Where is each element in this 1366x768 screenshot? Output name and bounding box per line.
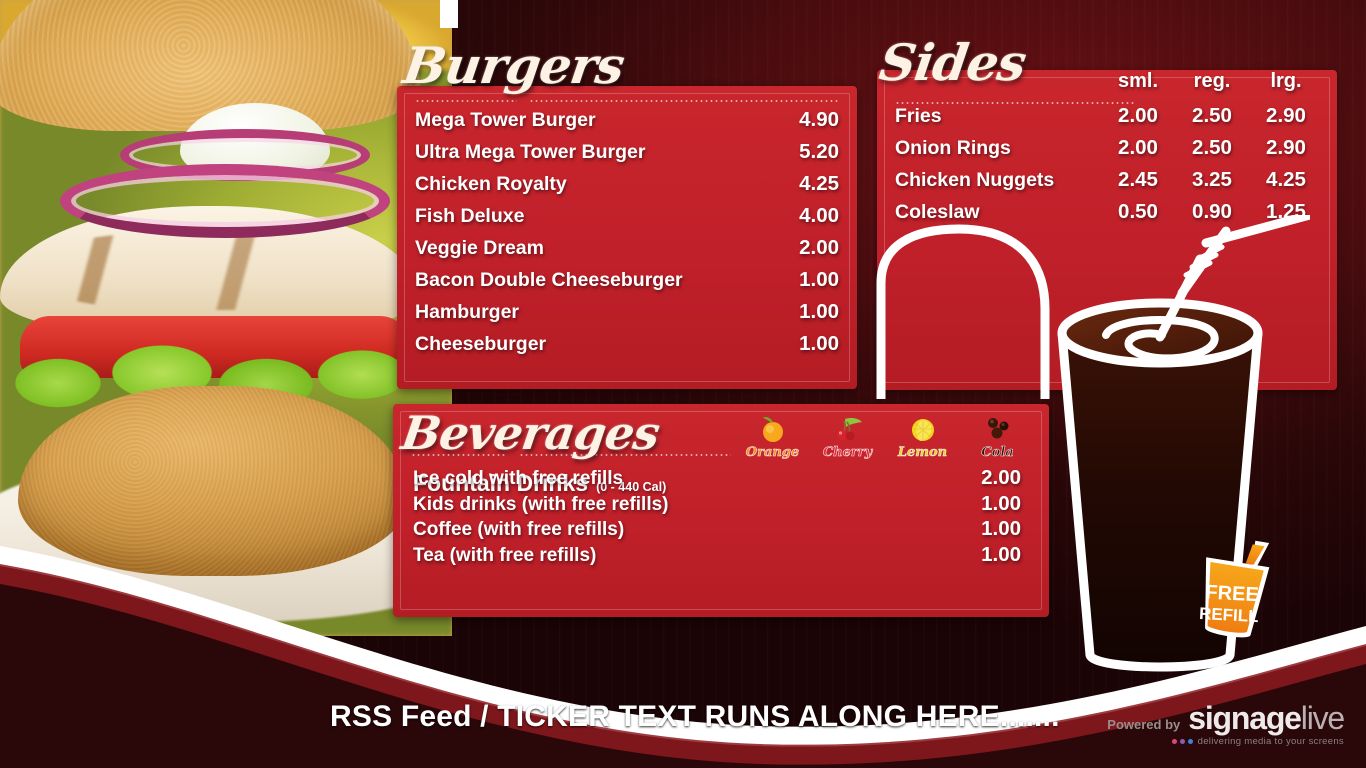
burger-row: Mega Tower Burger 4.90 [415, 108, 839, 140]
burger-row: Fish Deluxe 4.00 [415, 204, 839, 236]
lemon-fruit-icon [885, 414, 960, 444]
beverage-name: Ice cold with free refills [413, 468, 624, 489]
burger-name: Veggie Dream [415, 237, 544, 259]
side-price-reg: 2.50 [1192, 104, 1232, 127]
brand-tagline-row: delivering media to your screens [1107, 736, 1344, 747]
burger-row: Cheeseburger 1.00 [415, 332, 839, 364]
sides-item-list: sml. reg. lrg. Fries 2.00 2.50 2.90 Onion Rings… [895, 70, 1323, 232]
cherry-fruit-icon [810, 414, 885, 444]
flavour-item: Orange [735, 414, 810, 466]
burger-name: Ultra Mega Tower Burger [415, 141, 646, 163]
sides-column-header: lrg. [1270, 70, 1302, 92]
side-price-lrg: 2.90 [1266, 104, 1306, 127]
side-price-sml: 2.45 [1118, 168, 1158, 191]
burger-name: Fish Deluxe [415, 205, 525, 227]
beverage-price: 1.00 [981, 491, 1021, 515]
burgers-dotted-rule-left [415, 100, 517, 102]
burger-price: 4.90 [799, 108, 839, 131]
burger-name: Hamburger [415, 301, 520, 323]
orange-fruit-icon [735, 414, 810, 444]
beverage-price: 1.00 [981, 542, 1021, 566]
beverage-price: 1.00 [981, 517, 1021, 540]
flavour-label: Orange [745, 445, 800, 461]
burger-row: Veggie Dream 2.00 [415, 236, 839, 268]
beverage-row: Tea (with free refills) 1.00 [413, 543, 1021, 569]
side-price-reg: 3.25 [1192, 168, 1232, 191]
flavour-item: Lemon [885, 414, 960, 466]
burger-price: 1.00 [799, 332, 839, 355]
side-row: Fries 2.00 2.50 2.90 [895, 104, 1323, 136]
beverages-section-title: Beverages [398, 406, 663, 460]
burger-name: Cheeseburger [415, 333, 547, 355]
sides-column-header: sml. [1117, 70, 1159, 92]
brand-dot-icon [1171, 739, 1177, 744]
refill-line2: REFILL [1199, 604, 1259, 626]
cola-bean-icon [960, 414, 1035, 444]
brand-dot-icon [1187, 739, 1193, 744]
flavour-item: Cola [960, 414, 1035, 466]
flavour-icon-strip: Orange Cherry Lemon Cola [735, 414, 1035, 466]
burger-price: 2.00 [799, 236, 839, 259]
beverage-name: Coffee (with free refills) [413, 519, 625, 540]
burger-price: 4.00 [799, 204, 839, 227]
burger-name: Bacon Double Cheeseburger [415, 269, 683, 291]
burger-row: Hamburger 1.00 [415, 300, 839, 332]
photo-edge-strip [440, 0, 458, 28]
side-price-lrg: 2.90 [1266, 136, 1306, 159]
burgers-dotted-rule-right [529, 100, 839, 102]
brand-dot-icon [1179, 739, 1185, 744]
flavour-label: Cherry [822, 445, 873, 461]
side-name: Onion Rings [895, 137, 1011, 159]
burger-row: Chicken Royalty 4.25 [415, 172, 839, 204]
free-refill-badge: FREE REFILL [1199, 540, 1270, 638]
burger-price: 1.00 [799, 300, 839, 323]
sides-column-header: reg. [1193, 70, 1231, 92]
burgers-panel: Mega Tower Burger 4.90 Ultra Mega Tower Bu… [397, 86, 857, 389]
refill-line1: FREE [1205, 581, 1259, 606]
flavour-label: Cola [981, 445, 1014, 461]
sides-section-title: Sides [875, 33, 1030, 92]
burgers-section-title: Burgers [399, 36, 628, 95]
burger-name: Chicken Royalty [415, 173, 567, 195]
ticker-bar: RSS Feed / TICKER TEXT RUNS ALONG HERE..… [0, 690, 1366, 768]
side-price-reg: 2.50 [1192, 136, 1232, 159]
brand-name-second: live [1300, 700, 1345, 736]
side-price-sml: 2.00 [1118, 104, 1158, 127]
beverage-row: Ice cold with free refills 2.00 [413, 466, 1021, 492]
burgers-item-list: Mega Tower Burger 4.90 Ultra Mega Tower Bu… [415, 108, 839, 364]
brand-wordmark-row: Powered by signagelive [1107, 700, 1345, 736]
beverage-row: Coffee (with free refills) 1.00 [413, 517, 1021, 543]
menu-board-stage: Burgers Mega Tower Burger 4.90 Ultra Mega … [0, 0, 1366, 768]
burger-price: 4.25 [799, 172, 839, 195]
beverage-row: Kids drinks (with free refills) 1.00 [413, 492, 1021, 518]
flavour-item: Cherry [810, 414, 885, 466]
beverages-item-list: Ice cold with free refills 2.00 Kids drink… [413, 466, 1021, 568]
side-row: Chicken Nuggets 2.45 3.25 4.25 [895, 168, 1323, 200]
brand-dot-icons [1171, 739, 1193, 744]
rss-ticker-text: RSS Feed / TICKER TEXT RUNS ALONG HERE..… [330, 700, 1060, 733]
burger-row: Ultra Mega Tower Burger 5.20 [415, 140, 839, 172]
side-price-lrg: 4.25 [1266, 168, 1306, 191]
brand-name-first: signage [1188, 700, 1302, 736]
beverage-name: Kids drinks (with free refills) [413, 493, 669, 515]
burger-row: Bacon Double Cheeseburger 1.00 [415, 268, 839, 300]
side-name: Chicken Nuggets [895, 169, 1055, 191]
beverage-price: 2.00 [981, 466, 1021, 489]
burger-name: Mega Tower Burger [415, 109, 596, 131]
brand-tagline: delivering media to your screens [1197, 736, 1344, 747]
side-name: Fries [895, 105, 942, 127]
brand-wordmark: signagelive [1188, 700, 1345, 736]
burger-price: 1.00 [799, 268, 839, 291]
side-price-sml: 2.00 [1118, 136, 1158, 159]
beverage-name: Tea (with free refills) [413, 544, 597, 566]
burger-price: 5.20 [799, 140, 839, 163]
flavour-label: Lemon [897, 445, 948, 461]
signagelive-branding: Powered by signagelive delivering media … [1107, 700, 1345, 747]
photo-onion-ring [60, 164, 390, 238]
powered-by-label: Powered by [1107, 717, 1181, 732]
side-row: Onion Rings 2.00 2.50 2.90 [895, 136, 1323, 168]
